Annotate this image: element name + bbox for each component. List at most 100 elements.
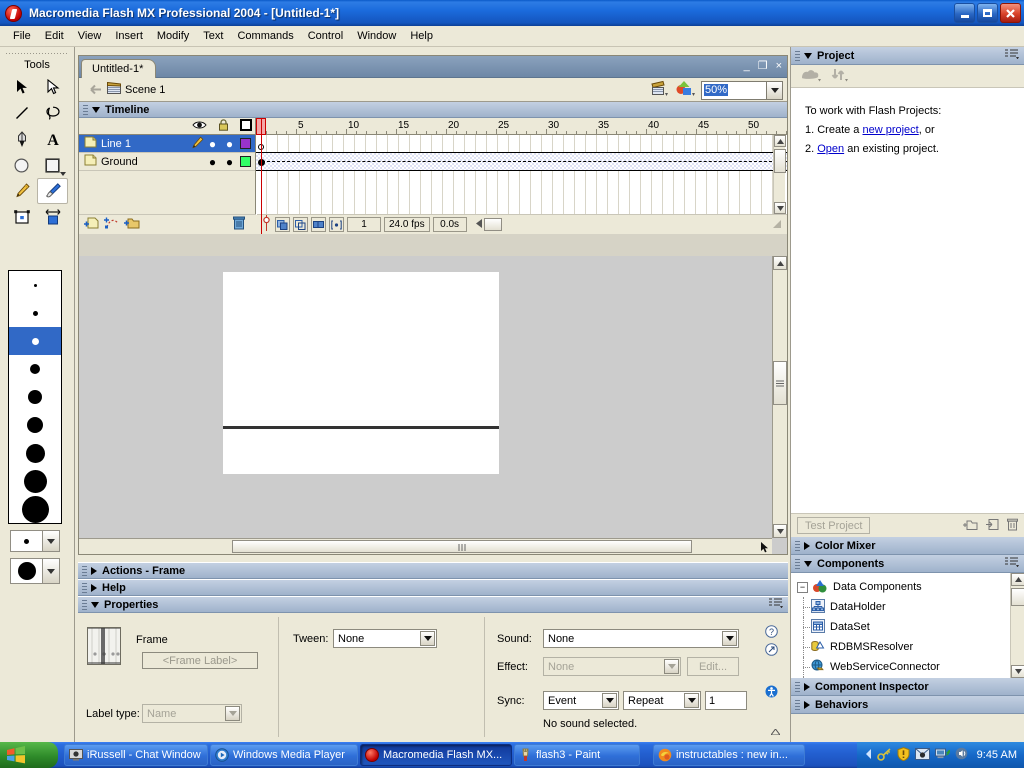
component-item-dataholder[interactable]: DataHolder bbox=[797, 597, 1024, 617]
document-tab[interactable]: Untitled-1* bbox=[81, 59, 157, 78]
menu-view[interactable]: View bbox=[71, 28, 109, 44]
network-icon[interactable] bbox=[934, 747, 950, 763]
effect-edit-button[interactable]: Edit... bbox=[687, 657, 739, 676]
stage-scroll-down-button[interactable] bbox=[773, 524, 787, 538]
timeline-vertical-scrollbar[interactable] bbox=[773, 135, 786, 214]
rectangle-tool-caret[interactable] bbox=[60, 172, 66, 176]
timeline-scroll-thumb[interactable] bbox=[774, 149, 786, 173]
layer-name-line1[interactable]: Line 1 bbox=[101, 138, 191, 150]
menu-control[interactable]: Control bbox=[301, 28, 350, 44]
components-grip[interactable] bbox=[795, 558, 800, 569]
behaviors-expand-triangle[interactable] bbox=[804, 700, 810, 709]
brush-size-caret[interactable] bbox=[42, 559, 59, 583]
component-inspector-grip[interactable] bbox=[795, 681, 800, 692]
layer-row-ground[interactable]: Ground ● ● bbox=[79, 153, 255, 171]
pen-tool[interactable] bbox=[6, 126, 37, 152]
help-panel-grip[interactable] bbox=[82, 582, 87, 593]
properties-expand-arrow-icon[interactable] bbox=[770, 726, 781, 738]
project-panel-menu-icon[interactable] bbox=[1005, 49, 1019, 62]
menu-modify[interactable]: Modify bbox=[150, 28, 196, 44]
loop-select[interactable]: Repeat bbox=[623, 691, 701, 710]
insert-layer-icon[interactable] bbox=[83, 216, 100, 233]
layer-color-swatch-ground[interactable] bbox=[240, 156, 251, 167]
timeline-scroll-up-button[interactable] bbox=[774, 135, 786, 147]
start-button[interactable] bbox=[0, 742, 58, 768]
sync-select[interactable]: Event bbox=[543, 691, 619, 710]
tray-expand-icon[interactable] bbox=[865, 748, 872, 762]
back-arrow-icon[interactable] bbox=[83, 84, 105, 95]
timeline-ruler[interactable]: 51015202530354045505560 bbox=[256, 118, 787, 135]
question-mark-icon[interactable]: ? bbox=[765, 625, 778, 641]
actions-panel-bar[interactable]: Actions - Frame bbox=[78, 562, 788, 579]
volume-icon[interactable] bbox=[955, 747, 969, 763]
open-project-link[interactable]: Open bbox=[817, 143, 844, 155]
maximize-button[interactable] bbox=[977, 3, 998, 23]
properties-collapse-triangle[interactable] bbox=[91, 601, 99, 608]
taskbar-item-flash[interactable]: Macromedia Flash MX... bbox=[360, 744, 512, 766]
components-panel-menu-icon[interactable] bbox=[1005, 557, 1019, 570]
component-item-dataset[interactable]: DataSet bbox=[797, 617, 1024, 637]
pencil-tool[interactable] bbox=[6, 178, 37, 204]
version-control-icon[interactable] bbox=[831, 68, 851, 85]
stage-scroll-h-thumb[interactable] bbox=[232, 540, 692, 553]
timeline-h-scroll-thumb[interactable] bbox=[483, 218, 502, 231]
stroke-size-picker[interactable] bbox=[10, 530, 60, 552]
rectangle-tool[interactable] bbox=[37, 152, 68, 178]
menu-text[interactable]: Text bbox=[196, 28, 230, 44]
tween-caret[interactable] bbox=[420, 631, 435, 646]
doc-minimize-button[interactable]: _ bbox=[744, 59, 750, 73]
components-scroll-up-button[interactable] bbox=[1011, 573, 1024, 586]
brush-size-option-3[interactable] bbox=[9, 327, 61, 355]
minimize-button[interactable] bbox=[954, 3, 975, 23]
stage-vertical-scrollbar[interactable] bbox=[772, 256, 787, 538]
test-project-button[interactable]: Test Project bbox=[797, 517, 871, 534]
center-frame-icon[interactable] bbox=[261, 215, 272, 234]
timeline-scroll-left-button[interactable] bbox=[475, 218, 482, 231]
menu-edit[interactable]: Edit bbox=[38, 28, 71, 44]
properties-panel-bar[interactable]: Properties bbox=[78, 596, 788, 613]
brush-size-option-5[interactable] bbox=[9, 383, 61, 411]
lock-icon[interactable] bbox=[218, 118, 229, 134]
zoom-field[interactable]: 50% bbox=[701, 80, 783, 100]
behaviors-panel-bar[interactable]: Behaviors bbox=[791, 696, 1024, 714]
properties-panel-grip[interactable] bbox=[82, 599, 87, 610]
free-transform-tool[interactable] bbox=[6, 204, 37, 230]
menu-help[interactable]: Help bbox=[403, 28, 440, 44]
edit-symbols-icon[interactable] bbox=[675, 80, 695, 100]
scene-label[interactable]: Scene 1 bbox=[125, 84, 165, 96]
component-item-xmlconnector[interactable]: XMLConnector bbox=[797, 677, 1024, 678]
component-inspector-panel-bar[interactable]: Component Inspector bbox=[791, 678, 1024, 696]
layer-name-ground[interactable]: Ground bbox=[101, 156, 204, 168]
add-file-icon[interactable] bbox=[986, 518, 999, 534]
frame-rate-field[interactable]: 24.0 fps bbox=[384, 217, 430, 232]
taskbar-clock[interactable]: 9:45 AM bbox=[977, 749, 1017, 761]
brush-size-option-4[interactable] bbox=[9, 355, 61, 383]
edit-multiple-frames-icon[interactable] bbox=[311, 217, 326, 232]
help-expand-triangle[interactable] bbox=[91, 583, 97, 592]
label-type-select[interactable]: Name bbox=[142, 704, 242, 723]
components-panel-bar[interactable]: Components bbox=[791, 555, 1024, 573]
color-mixer-panel-bar[interactable]: Color Mixer bbox=[791, 537, 1024, 555]
keys-icon[interactable] bbox=[876, 747, 892, 764]
brush-size-option-1[interactable] bbox=[9, 271, 61, 299]
brush-size-option-2[interactable] bbox=[9, 299, 61, 327]
layer-color-swatch-line1[interactable] bbox=[240, 138, 251, 149]
components-scroll-thumb[interactable] bbox=[1011, 588, 1024, 606]
trash-icon[interactable] bbox=[233, 216, 245, 233]
color-mixer-grip[interactable] bbox=[795, 540, 800, 551]
menu-commands[interactable]: Commands bbox=[230, 28, 300, 44]
outline-square-icon[interactable] bbox=[240, 118, 252, 134]
tools-panel-grip[interactable] bbox=[6, 49, 68, 58]
taskbar-item-paint[interactable]: flash3 - Paint bbox=[514, 744, 640, 766]
project-panel-bar[interactable]: Project bbox=[791, 47, 1024, 65]
brush-size-picker[interactable] bbox=[10, 558, 60, 584]
brush-size-option-6[interactable] bbox=[9, 411, 61, 439]
project-file-icon[interactable] bbox=[801, 68, 821, 85]
tween-select[interactable]: None bbox=[333, 629, 437, 648]
loop-count-input[interactable]: 1 bbox=[705, 691, 747, 710]
label-type-caret[interactable] bbox=[225, 706, 240, 721]
doc-restore-button[interactable]: ❐ bbox=[758, 59, 768, 73]
behaviors-grip[interactable] bbox=[795, 699, 800, 710]
stroke-size-caret[interactable] bbox=[42, 531, 59, 551]
brush-tool[interactable] bbox=[37, 178, 68, 204]
